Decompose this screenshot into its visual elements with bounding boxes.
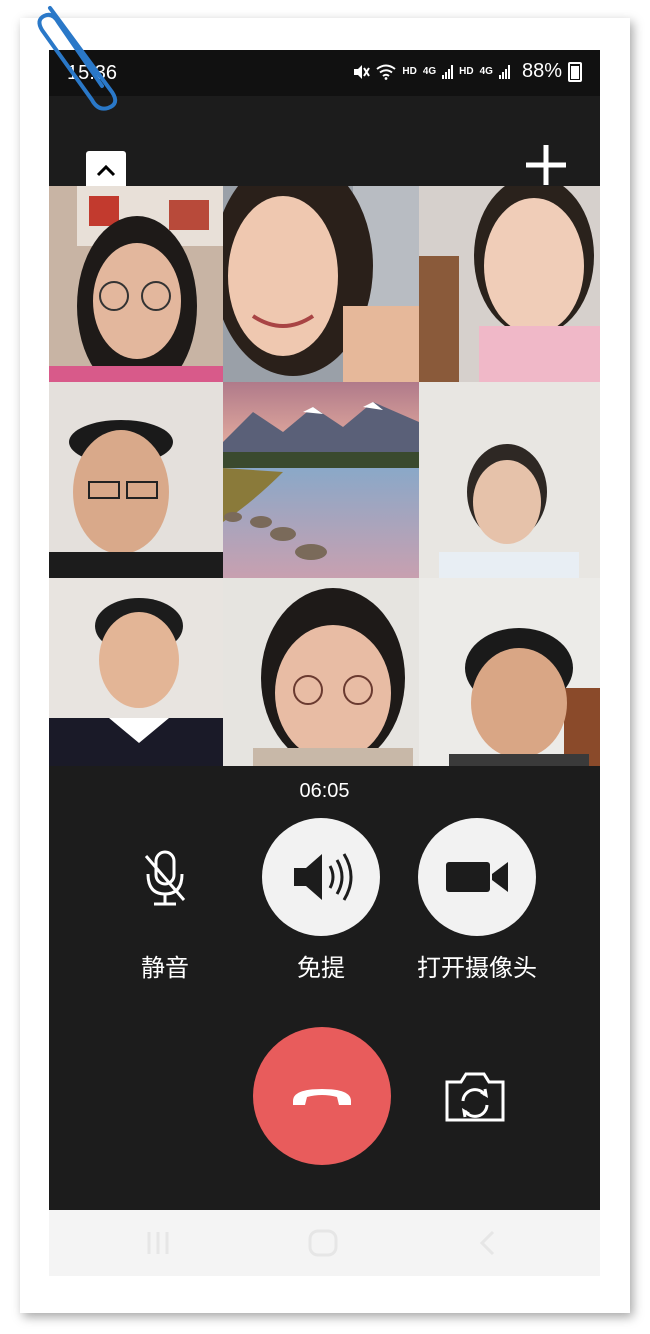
mute-button[interactable] bbox=[106, 818, 224, 936]
add-participant-button[interactable] bbox=[523, 142, 569, 188]
landscape-avatar-image bbox=[223, 382, 419, 578]
switch-camera-button[interactable] bbox=[441, 1068, 509, 1126]
home-icon[interactable] bbox=[307, 1228, 339, 1258]
video-camera-icon bbox=[446, 862, 508, 892]
call-duration: 06:05 bbox=[299, 780, 350, 802]
participant-video[interactable] bbox=[223, 578, 419, 766]
status-bar: 15:36 HD 4G HD 4G 88% bbox=[49, 50, 600, 96]
speaker-label: 免提 bbox=[297, 954, 345, 982]
participant-avatar-landscape[interactable] bbox=[223, 382, 419, 578]
participant-video[interactable] bbox=[49, 578, 223, 766]
participant-video-frame bbox=[419, 382, 600, 578]
participant-video[interactable] bbox=[49, 382, 223, 578]
network-label-2: 4G bbox=[479, 66, 493, 77]
mic-off-icon bbox=[144, 850, 186, 906]
camera-button[interactable] bbox=[418, 818, 536, 936]
mute-notification-icon bbox=[354, 64, 371, 79]
hd-label-2: HD bbox=[459, 66, 474, 77]
participant-video[interactable] bbox=[419, 186, 600, 382]
phone-hangup-icon bbox=[293, 1089, 351, 1105]
collapse-button[interactable] bbox=[86, 151, 126, 191]
back-icon[interactable] bbox=[475, 1228, 501, 1258]
mute-control[interactable]: 静音 bbox=[106, 818, 224, 983]
participant-video[interactable] bbox=[223, 186, 419, 382]
camera-control[interactable]: 打开摄像头 bbox=[402, 818, 552, 983]
network-label-1: 4G bbox=[422, 66, 437, 77]
participant-video-frame bbox=[223, 578, 419, 766]
phone-screen: 15:36 HD 4G HD 4G 88% 06:05 静音 免提 打开摄像头 bbox=[49, 50, 600, 1276]
navigation-bar bbox=[49, 1210, 600, 1276]
participant-video[interactable] bbox=[419, 578, 600, 766]
signal-icon-2 bbox=[498, 64, 510, 79]
wifi-icon bbox=[376, 64, 396, 80]
participant-video-frame bbox=[419, 578, 600, 766]
participant-video[interactable] bbox=[419, 382, 600, 578]
participant-video-frame bbox=[49, 578, 223, 766]
participant-video-frame bbox=[49, 382, 223, 578]
participant-video-frame bbox=[223, 186, 419, 382]
paperclip-decoration bbox=[37, 6, 118, 111]
status-icons: HD 4G HD 4G 88% bbox=[352, 60, 582, 83]
camera-label: 打开摄像头 bbox=[417, 954, 537, 982]
chevron-up-icon bbox=[96, 164, 116, 177]
recent-apps-icon[interactable] bbox=[145, 1228, 171, 1258]
participant-grid bbox=[49, 186, 600, 766]
mute-label: 静音 bbox=[141, 954, 189, 982]
hd-label-1: HD bbox=[402, 66, 417, 77]
battery-percent: 88% bbox=[521, 60, 562, 82]
speaker-button[interactable] bbox=[262, 818, 380, 936]
plus-icon bbox=[526, 145, 566, 185]
hang-up-button[interactable] bbox=[253, 1027, 391, 1165]
participant-video[interactable] bbox=[49, 186, 223, 382]
speaker-control[interactable]: 免提 bbox=[262, 818, 380, 983]
speaker-icon bbox=[294, 853, 353, 901]
camera-flip-icon bbox=[445, 1072, 505, 1122]
signal-icon-1 bbox=[442, 64, 454, 79]
battery-icon bbox=[568, 61, 582, 82]
participant-video-frame bbox=[419, 186, 600, 382]
participant-video-frame bbox=[49, 186, 223, 382]
